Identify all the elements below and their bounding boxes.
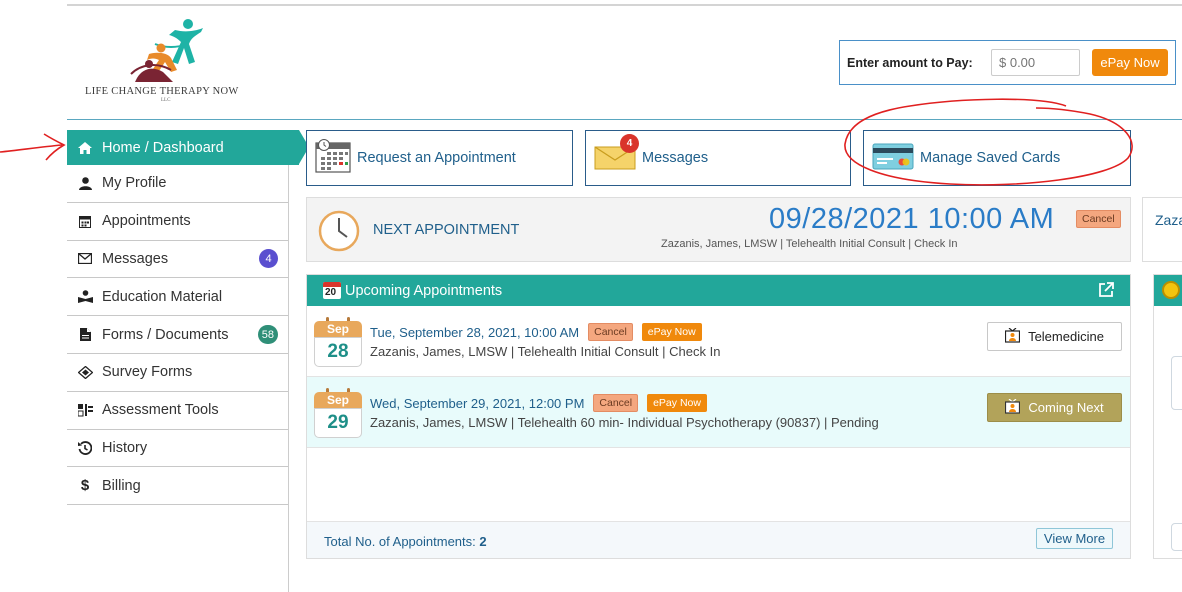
annotation-arrow-icon	[0, 133, 66, 161]
pay-box: Enter amount to Pay: ePay Now	[839, 40, 1176, 85]
appointment-cancel-button[interactable]: Cancel	[593, 394, 639, 412]
external-link-icon[interactable]	[1099, 282, 1114, 301]
sidebar-item-history[interactable]: History	[67, 430, 288, 468]
messages-tile-badge: 4	[620, 134, 639, 153]
tv-icon	[1005, 398, 1021, 417]
sidebar-item-my-profile[interactable]: My Profile	[67, 165, 288, 203]
next-appointment-box: NEXT APPOINTMENT 09/28/2021 10:00 AM Can…	[306, 197, 1131, 262]
request-appointment-label: Request an Appointment	[357, 150, 516, 166]
sidebar-item-label: Billing	[102, 477, 141, 494]
reader-icon	[77, 290, 93, 304]
telemedicine-button[interactable]: Telemedicine	[987, 322, 1122, 351]
calendar-day-icon: 20	[323, 282, 341, 299]
appointment-datetime: Tue, September 28, 2021, 10:00 AM	[370, 324, 580, 340]
epay-now-button[interactable]: ePay Now	[1092, 49, 1168, 76]
sidebar-item-label: Home / Dashboard	[102, 139, 224, 156]
appointment-datetime: Wed, September 29, 2021, 12:00 PM	[370, 395, 585, 411]
sidebar-item-survey-forms[interactable]: Survey Forms	[67, 354, 288, 392]
header-divider	[67, 119, 1182, 120]
appointment-row: Sep 29 Wed, September 29, 2021, 12:00 PM…	[307, 377, 1130, 448]
sidebar-item-billing[interactable]: $ Billing	[67, 467, 288, 506]
total-appointments: Total No. of Appointments: 2	[324, 534, 487, 549]
appointment-epay-button[interactable]: ePay Now	[641, 323, 702, 341]
right-panel-peek	[1153, 274, 1182, 559]
appointment-cancel-button[interactable]: Cancel	[588, 323, 633, 341]
pay-label: Enter amount to Pay:	[847, 56, 973, 70]
appointment-calendar-icon: Sep 29	[314, 388, 362, 440]
sidebar-item-label: Messages	[102, 250, 169, 267]
appointment-details: Zazanis, James, LMSW | Telehealth 60 min…	[370, 415, 879, 430]
appointment-day: 28	[314, 337, 362, 367]
home-icon	[77, 141, 93, 154]
total-appointments-count: 2	[479, 534, 487, 549]
upcoming-appointments-header: 20 Upcoming Appointments	[307, 275, 1130, 306]
right-panel-field[interactable]	[1171, 356, 1182, 410]
envelope-icon	[77, 253, 93, 265]
next-appointment-cancel[interactable]: Cancel	[1076, 210, 1121, 228]
clock-icon	[318, 210, 360, 257]
sidebar-item-label: My Profile	[102, 175, 167, 192]
appointment-month: Sep	[314, 321, 362, 337]
right-panel-field[interactable]	[1171, 523, 1182, 551]
appointment-row: Sep 28 Tue, September 28, 2021, 10:00 AM…	[307, 306, 1130, 377]
top-divider	[67, 4, 1182, 6]
manage-saved-cards-tile[interactable]: Manage Saved Cards	[863, 130, 1131, 186]
appointment-epay-button[interactable]: ePay Now	[647, 394, 707, 412]
appointment-calendar-icon: Sep 28	[314, 317, 362, 369]
forms-count-badge: 58	[257, 325, 278, 345]
calendar-grid-icon	[315, 139, 351, 177]
next-appointment-label: NEXT APPOINTMENT	[373, 222, 520, 238]
right-widget-peek: Zaza	[1142, 197, 1182, 262]
appointment-day: 29	[314, 408, 362, 438]
sidebar-item-appointments[interactable]: Appointments	[67, 203, 288, 241]
tools-icon	[77, 403, 93, 417]
pay-amount-input[interactable]	[991, 49, 1080, 76]
envelope-color-icon: 4	[594, 134, 639, 174]
sidebar: Home / Dashboard My Profile Appointments…	[67, 130, 309, 592]
manage-saved-cards-label: Manage Saved Cards	[920, 150, 1061, 166]
sidebar-item-education-material[interactable]: Education Material	[67, 278, 288, 317]
logo-llc: LLC	[161, 98, 171, 103]
coin-icon	[1162, 281, 1180, 299]
messages-tile[interactable]: 4 Messages	[585, 130, 851, 186]
calendar-icon	[77, 215, 93, 228]
sidebar-item-messages[interactable]: Messages 4	[67, 241, 288, 279]
upcoming-appointments-panel: 20 Upcoming Appointments Sep 28 Tue, Sep…	[306, 274, 1131, 559]
sidebar-item-label: Education Material	[102, 288, 223, 305]
upcoming-appointments-title: Upcoming Appointments	[345, 282, 503, 299]
sidebar-item-home[interactable]: Home / Dashboard	[67, 130, 309, 165]
credit-card-icon	[872, 142, 914, 174]
appointment-month: Sep	[314, 392, 362, 408]
view-more-button[interactable]: View More	[1036, 528, 1113, 549]
user-icon	[77, 177, 93, 190]
sidebar-item-label: History	[102, 439, 148, 456]
logo[interactable]: LIFE CHANGE THERAPY NOW LLC	[85, 18, 255, 103]
appointment-details: Zazanis, James, LMSW | Telehealth Initia…	[370, 344, 721, 359]
logo-wordmark: LIFE CHANGE THERAPY NOW	[85, 86, 239, 97]
sidebar-item-label: Forms / Documents	[102, 326, 229, 343]
next-appointment-datetime: 09/28/2021 10:00 AM	[769, 203, 1055, 235]
sidebar-item-assessment-tools[interactable]: Assessment Tools	[67, 392, 288, 430]
survey-icon	[77, 365, 93, 379]
coming-next-button[interactable]: Coming Next	[987, 393, 1122, 422]
sidebar-item-label: Assessment Tools	[102, 402, 219, 419]
upcoming-appointments-footer: Total No. of Appointments: 2 View More	[307, 521, 1130, 558]
tv-icon	[1004, 327, 1021, 346]
dollar-icon: $	[80, 477, 90, 495]
sidebar-item-forms-documents[interactable]: Forms / Documents 58	[67, 316, 288, 354]
messages-count-badge: 4	[259, 249, 278, 269]
sidebar-item-label: Survey Forms	[102, 364, 193, 381]
history-icon	[77, 441, 93, 455]
messages-tile-label: Messages	[642, 150, 709, 166]
sidebar-item-label: Appointments	[102, 213, 191, 230]
next-appointment-details: Zazanis, James, LMSW | Telehealth Initia…	[661, 238, 958, 250]
logo-figures-icon	[130, 19, 203, 82]
document-icon	[77, 328, 93, 342]
request-appointment-tile[interactable]: Request an Appointment	[306, 130, 573, 186]
right-widget-peek-text: Zaza	[1155, 212, 1182, 228]
